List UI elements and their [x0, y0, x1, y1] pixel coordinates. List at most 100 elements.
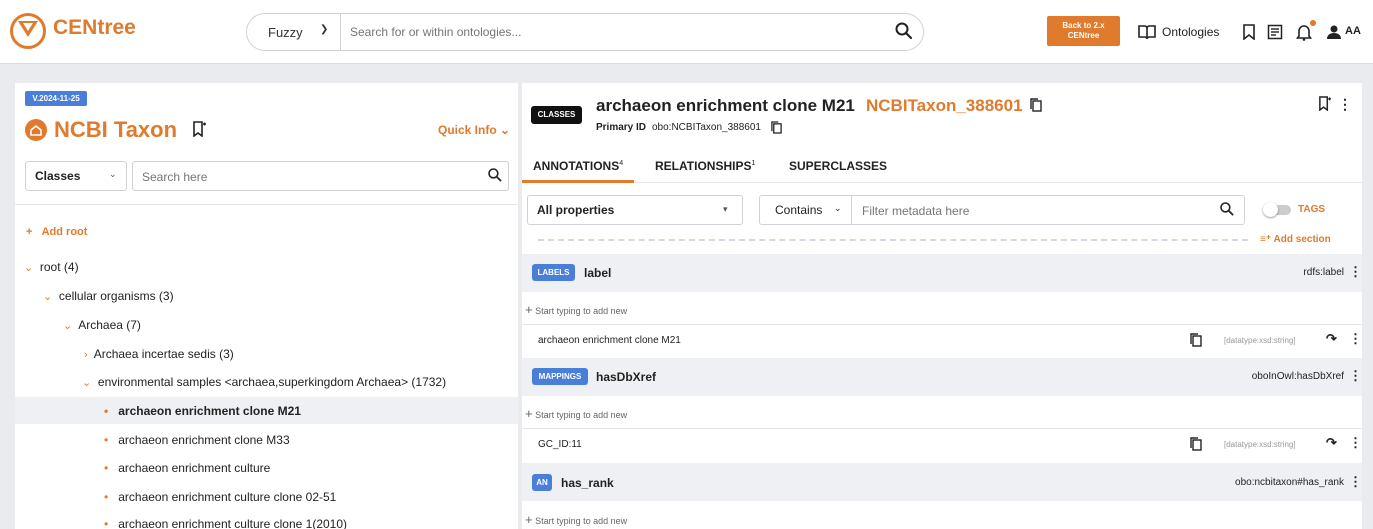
copy-icon[interactable] [1030, 98, 1042, 112]
user-initials[interactable]: AA [1345, 25, 1361, 37]
tab-count: 1 [751, 160, 756, 167]
tab-label: RELATIONSHIPS [655, 159, 752, 173]
tree-node[interactable]: ⌄ environmental samples <archaea,superki… [82, 375, 446, 389]
search-icon[interactable] [1219, 201, 1235, 217]
bell-icon[interactable] [1296, 23, 1312, 41]
plus-icon: + [26, 226, 33, 238]
active-tab-indicator [522, 180, 634, 183]
tree-search-input[interactable] [142, 169, 462, 185]
chevron-down-icon[interactable]: ⌄ [834, 203, 842, 214]
tree-node[interactable]: › Archaea incertae sedis (3) [84, 347, 234, 361]
redo-icon[interactable]: ↷ [1326, 435, 1337, 451]
back-to-2x-button[interactable]: Back to 2.x CENtree [1047, 16, 1120, 46]
user-icon[interactable] [1326, 24, 1342, 40]
chevron-down-icon[interactable]: ⌄ [63, 320, 72, 332]
logo-text[interactable]: CENtree [53, 16, 136, 40]
annotation-value[interactable]: archaeon enrichment clone M21 [538, 335, 681, 346]
add-root-button[interactable]: + Add root [26, 226, 87, 238]
tab-annotations[interactable]: ANNOTATIONS4 [533, 159, 623, 173]
section-title: hasDbXref [596, 370, 657, 384]
redo-icon[interactable]: ↷ [1326, 331, 1337, 347]
more-options-icon[interactable]: ⋮ [1349, 264, 1362, 280]
chevron-down-icon[interactable]: ⌄ [43, 291, 52, 303]
term-id: NCBITaxon_388601 [866, 96, 1023, 115]
divider [522, 428, 1362, 429]
add-value-input[interactable]: + Start typing to add new [525, 406, 627, 421]
tree-node[interactable]: • archaeon enrichment culture [104, 461, 270, 475]
chevron-down-icon[interactable]: ❯ [320, 24, 328, 35]
section-badge: MAPPINGS [532, 368, 588, 385]
quick-info-label: Quick Info [438, 123, 497, 137]
tree-node-label: archaeon enrichment clone M33 [118, 433, 290, 447]
chevron-right-icon[interactable]: › [84, 349, 88, 361]
bookmark-icon[interactable] [1242, 24, 1256, 40]
tree-node[interactable]: ⌄ cellular organisms (3) [43, 289, 174, 303]
chevron-down-icon[interactable]: ⌄ [82, 377, 91, 389]
global-search-input[interactable] [350, 22, 870, 42]
search-divider [340, 14, 341, 50]
divider [522, 324, 1362, 325]
bookmark-add-icon[interactable] [1318, 96, 1331, 111]
add-section-button[interactable]: ≡⁺ Add section [1260, 234, 1331, 245]
tags-label: TAGS [1298, 204, 1326, 215]
quick-info-toggle[interactable]: Quick Info ⌄ [438, 123, 510, 137]
logo-triangle-inner [23, 23, 33, 31]
book-icon[interactable] [1138, 24, 1156, 40]
tab-count: 4 [619, 160, 624, 167]
more-options-icon[interactable]: ⋮ [1349, 368, 1362, 384]
add-new-placeholder: Start typing to add new [535, 410, 628, 420]
more-options-icon[interactable]: ⋮ [1349, 331, 1362, 347]
copy-icon[interactable] [771, 121, 782, 134]
add-section-label: Add section [1273, 234, 1331, 245]
metadata-filter-input[interactable] [862, 203, 1202, 219]
primary-id-label: Primary ID [596, 122, 647, 133]
datatype-label: [datatype:xsd:string] [1224, 336, 1296, 345]
search-icon[interactable] [894, 21, 914, 41]
filter-mode-select[interactable]: Contains [775, 203, 822, 217]
tree-node[interactable]: • archaeon enrichment culture clone 1(20… [104, 517, 347, 529]
tree-node[interactable]: ⌄ Archaea (7) [63, 318, 141, 332]
tree-node-label: cellular organisms (3) [58, 289, 174, 303]
more-options-icon[interactable]: ⋮ [1349, 435, 1362, 451]
add-value-input[interactable]: + Start typing to add new [525, 302, 627, 317]
tree-node-selected[interactable]: • archaeon enrichment clone M21 [104, 404, 301, 418]
tab-superclasses[interactable]: SUPERCLASSES [789, 159, 887, 173]
plus-icon: + [525, 512, 533, 527]
search-mode-select[interactable]: Fuzzy [268, 25, 303, 40]
tree-node-label: root (4) [39, 260, 79, 274]
section-badge: AN [532, 474, 552, 491]
chevron-down-icon: ⌄ [109, 169, 117, 179]
ontology-home-icon [25, 119, 47, 141]
add-value-input[interactable]: + Start typing to add new [525, 512, 627, 527]
tree-node-label: archaeon enrichment culture clone 02-51 [118, 490, 337, 504]
more-options-icon[interactable]: ⋮ [1338, 96, 1352, 113]
tab-label: ANNOTATIONS [533, 159, 620, 173]
notes-icon[interactable] [1267, 24, 1283, 40]
property-select-label: All properties [537, 203, 615, 217]
section-predicate: obo:ncbitaxon#has_rank [1235, 477, 1344, 488]
tab-label: SUPERCLASSES [789, 159, 888, 173]
back-button-line-2: CENtree [1067, 31, 1100, 40]
tree-node[interactable]: • archaeon enrichment culture clone 02-5… [104, 490, 336, 504]
primary-id-value: obo:NCBITaxon_388601 [652, 122, 761, 133]
tree-node[interactable]: ⌄ root (4) [24, 260, 79, 274]
copy-icon[interactable] [1190, 333, 1202, 347]
section-divider [538, 239, 1248, 241]
add-new-placeholder: Start typing to add new [535, 516, 628, 526]
plus-icon: + [525, 302, 533, 317]
bullet-icon: • [104, 490, 109, 504]
divider [851, 196, 852, 224]
search-icon[interactable] [487, 167, 503, 183]
bullet-icon: • [104, 433, 109, 447]
more-options-icon[interactable]: ⋮ [1349, 474, 1362, 490]
ontologies-link[interactable]: Ontologies [1162, 25, 1219, 39]
annotation-value[interactable]: GC_ID:11 [538, 439, 582, 450]
chevron-down-icon[interactable]: ⌄ [24, 262, 33, 274]
toggle-knob[interactable] [1263, 202, 1278, 217]
tab-relationships[interactable]: RELATIONSHIPS1 [655, 159, 755, 173]
bookmark-add-icon[interactable] [192, 121, 206, 137]
tree-node[interactable]: • archaeon enrichment clone M33 [104, 433, 290, 447]
copy-icon[interactable] [1190, 437, 1202, 451]
section-title: label [584, 266, 612, 280]
bullet-icon: • [104, 461, 109, 475]
